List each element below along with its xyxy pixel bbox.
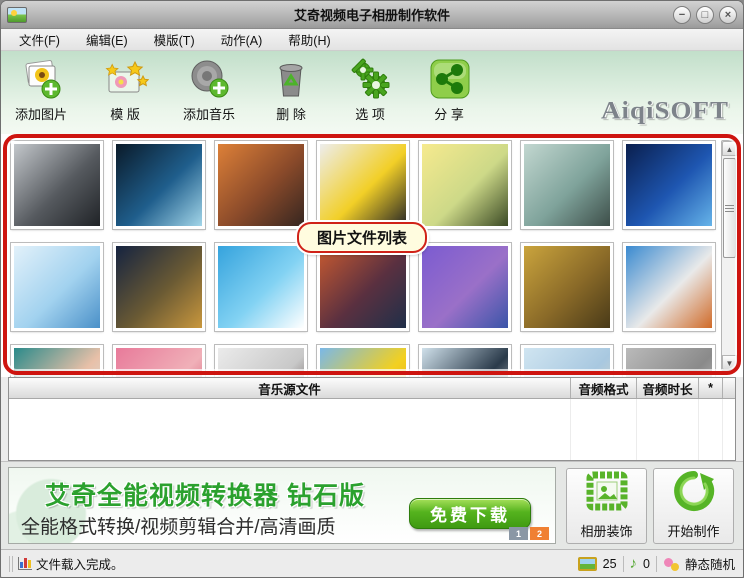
banner-page-2[interactable]: 2 bbox=[530, 527, 549, 540]
music-list-header: 音乐源文件 音频格式 音频时长 * bbox=[9, 378, 735, 399]
column-header-audio-duration[interactable]: 音频时长 bbox=[637, 378, 699, 398]
delete-icon bbox=[269, 57, 313, 103]
tool-label: 选 项 bbox=[355, 107, 385, 122]
window-title: 艾奇视频电子相册制作软件 bbox=[293, 8, 450, 23]
transition-mode: 静态随机 bbox=[684, 558, 735, 572]
tool-label: 添加图片 bbox=[15, 107, 68, 122]
ad-subtitle: 全能格式转换/视频剪辑合并/高清画质 bbox=[21, 517, 336, 538]
tool-label: 模 版 bbox=[110, 107, 140, 122]
options-icon bbox=[347, 57, 393, 103]
start-arrow-icon bbox=[672, 471, 716, 518]
thumbnail-harbour-bridge-night[interactable] bbox=[622, 140, 716, 230]
share-icon bbox=[427, 57, 471, 103]
ad-banner[interactable]: 艾奇全能视频转换器 钻石版 全能格式转换/视频剪辑合并/高清画质 免费下载 12 bbox=[8, 467, 556, 544]
column-header-audio-format[interactable]: 音频格式 bbox=[571, 378, 637, 398]
tool-label: 添加音乐 bbox=[183, 107, 236, 122]
music-list[interactable]: 音乐源文件 音频格式 音频时长 * bbox=[8, 377, 736, 461]
picture-list-area: ▲ ▼ 图片文件列表 bbox=[1, 134, 743, 377]
thumbnail-duckling[interactable] bbox=[418, 140, 512, 230]
delete-button[interactable]: 删 除 bbox=[265, 55, 317, 125]
bottom-panel: 艾奇全能视频转换器 钻石版 全能格式转换/视频剪辑合并/高清画质 免费下载 12… bbox=[1, 461, 743, 549]
thumbnail-girl-with-newspaper[interactable] bbox=[214, 344, 308, 377]
thumbnail-eiffel-tower-sepia[interactable] bbox=[520, 242, 614, 332]
image-count-icon bbox=[577, 556, 597, 571]
banner-pager: 12 bbox=[509, 527, 549, 540]
menu-edit[interactable]: 编辑(E) bbox=[76, 28, 138, 51]
title-bar[interactable]: 艾奇视频电子相册制作软件 − □ × bbox=[1, 1, 743, 29]
scrollbar-thumb[interactable] bbox=[723, 158, 736, 258]
start-create-button[interactable]: 开始制作 bbox=[653, 467, 734, 544]
statusbar-grip bbox=[9, 555, 13, 572]
thumbnail-beach-scene[interactable] bbox=[520, 344, 614, 377]
thumbnail-zen-stones-flowers[interactable] bbox=[316, 140, 410, 230]
thumbnail-penguins[interactable] bbox=[418, 344, 512, 377]
banner-page-1[interactable]: 1 bbox=[509, 527, 528, 540]
template-icon bbox=[101, 57, 150, 103]
thumbnail-monument-valley[interactable] bbox=[622, 242, 716, 332]
thumbnail-yellow-tulip[interactable] bbox=[316, 344, 410, 377]
share-button[interactable]: 分 享 bbox=[423, 55, 475, 125]
menu-bar: 文件(F) 编辑(E) 模版(T) 动作(A) 帮助(H) bbox=[1, 29, 743, 51]
thumbnail-ferris-wheel[interactable] bbox=[520, 140, 614, 230]
minimize-button[interactable]: − bbox=[673, 5, 691, 24]
status-message: 文件载入完成。 bbox=[36, 558, 124, 572]
thumbnail-grid bbox=[10, 140, 716, 377]
picture-list-callout: 图片文件列表 bbox=[297, 222, 427, 253]
add-music-button[interactable]: 添加音乐 bbox=[179, 55, 239, 125]
album-decorate-button[interactable]: 相册装饰 bbox=[566, 467, 647, 544]
menu-template[interactable]: 模版(T) bbox=[144, 28, 205, 51]
template-button[interactable]: 模 版 bbox=[97, 55, 153, 125]
column-header-filler bbox=[723, 378, 735, 398]
tool-label: 删 除 bbox=[276, 107, 306, 122]
thumbnail-tower-bridge-purple[interactable] bbox=[418, 242, 512, 332]
vertical-scrollbar[interactable]: ▲ ▼ bbox=[721, 140, 738, 371]
menu-file[interactable]: 文件(F) bbox=[9, 28, 70, 51]
thumbnail-woman-in-pink[interactable] bbox=[112, 344, 206, 377]
toolbar: 添加图片 模 版 添加音乐 删 除 选 项 分 享 AiqiSOFT bbox=[1, 51, 743, 134]
app-window: 艾奇视频电子相册制作软件 − □ × 文件(F) 编辑(E) 模版(T) 动作(… bbox=[0, 0, 744, 578]
chart-icon bbox=[18, 557, 32, 570]
ad-title: 艾奇全能视频转换器 钻石版 bbox=[45, 482, 365, 510]
add-music-icon bbox=[185, 57, 233, 103]
maximize-button[interactable]: □ bbox=[696, 5, 714, 24]
menu-help[interactable]: 帮助(H) bbox=[278, 28, 340, 51]
image-count: 25 bbox=[602, 556, 617, 571]
music-list-body[interactable] bbox=[9, 399, 735, 460]
thumbnail-colosseum-night[interactable] bbox=[112, 242, 206, 332]
status-bar: 文件载入完成。 25 ♪ 0 静态随机 bbox=[1, 549, 743, 577]
add-images-button[interactable]: 添加图片 bbox=[11, 55, 71, 125]
close-button[interactable]: × bbox=[719, 5, 737, 24]
aiqisoft-logo: AiqiSOFT bbox=[600, 96, 729, 124]
thumbnail-water-wave[interactable] bbox=[214, 242, 308, 332]
action-buttons: 相册装饰 开始制作 bbox=[564, 467, 736, 544]
scroll-up-arrow-icon[interactable]: ▲ bbox=[722, 141, 737, 156]
thumbnail-castle-sunset[interactable] bbox=[316, 242, 410, 332]
free-download-button[interactable]: 免费下载 bbox=[409, 498, 531, 529]
music-note-icon: ♪ bbox=[629, 555, 638, 572]
column-header-source-file[interactable]: 音乐源文件 bbox=[9, 378, 571, 398]
scroll-down-arrow-icon[interactable]: ▼ bbox=[722, 355, 737, 370]
photo-frame-icon bbox=[585, 471, 629, 518]
thumbnail-eiffel-tower-bw[interactable] bbox=[10, 140, 104, 230]
thumbnail-eiffel-tower-blue[interactable] bbox=[10, 242, 104, 332]
tool-label: 分 享 bbox=[434, 107, 464, 122]
music-count: 0 bbox=[643, 556, 650, 571]
menu-action[interactable]: 动作(A) bbox=[211, 28, 273, 51]
add-image-icon bbox=[17, 57, 65, 103]
action-label: 相册装饰 bbox=[580, 524, 633, 539]
action-label: 开始制作 bbox=[667, 524, 720, 539]
options-button[interactable]: 选 项 bbox=[343, 55, 397, 125]
transition-mode-icon bbox=[663, 557, 679, 571]
column-header-star[interactable]: * bbox=[699, 378, 723, 398]
thumbnail-earth-from-space[interactable] bbox=[112, 140, 206, 230]
thumbnail-stonehenge-sunset[interactable] bbox=[214, 140, 308, 230]
thumbnail-koala[interactable] bbox=[622, 344, 716, 377]
thumbnail-face-teal-hair[interactable] bbox=[10, 344, 104, 377]
